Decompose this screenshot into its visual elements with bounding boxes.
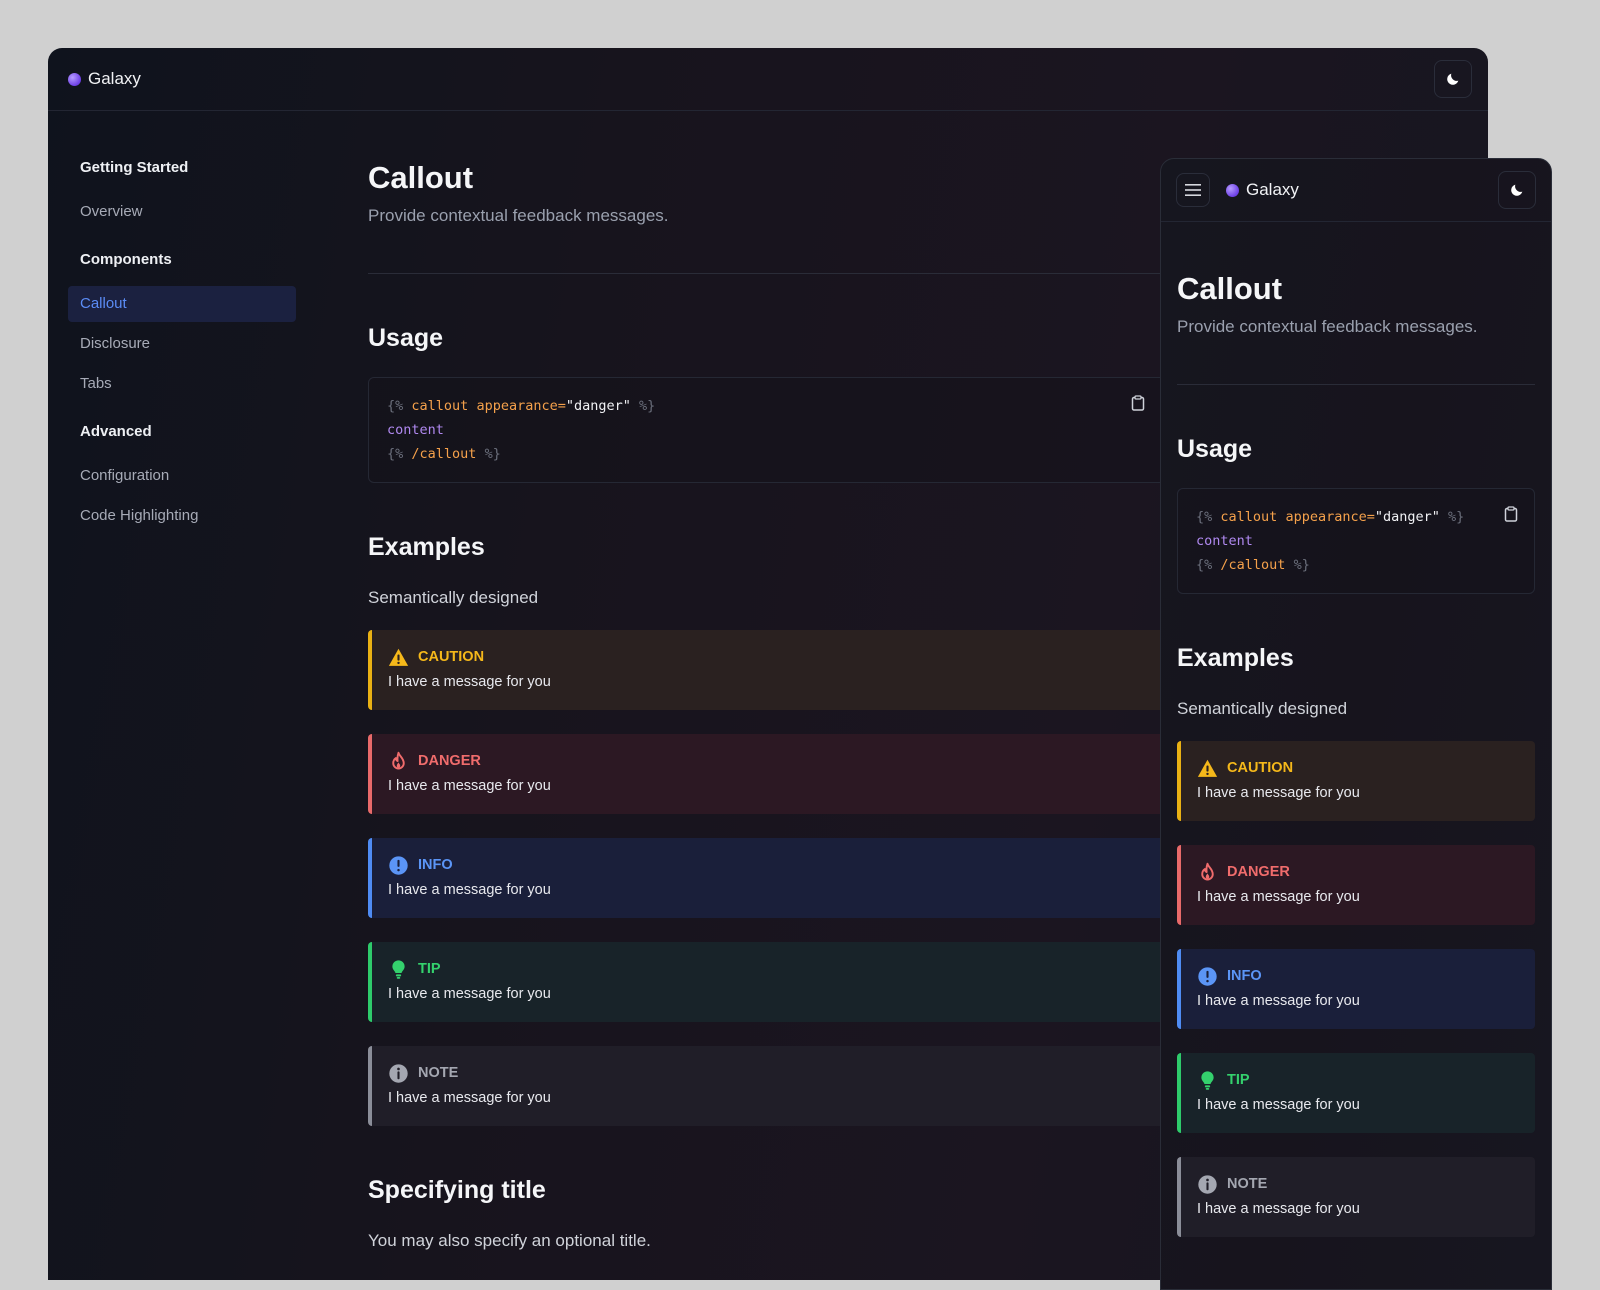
sidebar-item-callout[interactable]: Callout	[68, 286, 296, 322]
moon-icon	[1447, 73, 1459, 85]
callout-title: DANGER	[1227, 864, 1290, 880]
mobile-main-content: Callout Provide contextual feedback mess…	[1177, 269, 1535, 1237]
callout-title: NOTE	[418, 1065, 459, 1081]
examples-intro: Semantically designed	[1177, 699, 1348, 718]
mobile-top-bar: Galaxy	[1161, 159, 1551, 222]
callout-danger: DANGER I have a message for you	[1177, 845, 1535, 925]
sidebar-item-overview[interactable]: Overview	[68, 194, 296, 230]
theme-toggle-button[interactable]	[1498, 171, 1536, 209]
callout-title: CAUTION	[1227, 760, 1294, 776]
callout-title: INFO	[418, 857, 453, 873]
code-block: {% callout appearance="danger" %} conten…	[1177, 488, 1535, 594]
brand-name: Galaxy	[1246, 180, 1299, 199]
warning-icon	[388, 648, 409, 666]
mobile-window: Galaxy Callout Provide contextual feedba…	[1160, 158, 1552, 1290]
copy-button[interactable]	[1127, 392, 1149, 414]
galaxy-logo-icon	[1226, 183, 1239, 197]
callout-info: INFO I have a message for you	[1177, 949, 1535, 1029]
lightbulb-icon	[1201, 1070, 1214, 1090]
menu-button[interactable]	[1176, 173, 1210, 207]
page-title: Callout	[1177, 271, 1283, 306]
callout-note: NOTE I have a message for you	[1177, 1157, 1535, 1237]
callout-message: I have a message for you	[1197, 993, 1360, 1009]
examples-heading: Examples	[1177, 644, 1294, 672]
page-lead: Provide contextual feedback messages.	[1177, 317, 1478, 336]
sidebar-item-tabs[interactable]: Tabs	[68, 366, 296, 402]
callout-tip: TIP I have a message for you	[1177, 1053, 1535, 1133]
callout-title: CAUTION	[418, 649, 485, 665]
callout-message: I have a message for you	[1197, 1097, 1360, 1113]
sidebar-heading-advanced: Advanced	[80, 423, 152, 440]
sidebar-item-code-highlighting[interactable]: Code Highlighting	[68, 498, 296, 534]
moon-icon	[1511, 184, 1523, 196]
brand[interactable]: Galaxy	[1226, 180, 1299, 200]
exclamation-circle-icon	[1198, 966, 1217, 986]
lightbulb-icon	[392, 959, 405, 979]
usage-heading: Usage	[1177, 435, 1253, 463]
brand[interactable]: Galaxy	[68, 69, 141, 89]
callout-title: NOTE	[1227, 1176, 1268, 1192]
hamburger-menu-icon	[1185, 184, 1201, 196]
sidebar: Getting Started Overview Components Call…	[68, 158, 296, 538]
info-circle-icon	[1198, 1174, 1217, 1194]
sidebar-item-configuration[interactable]: Configuration	[68, 458, 296, 494]
divider	[1177, 384, 1535, 385]
sidebar-heading-components: Components	[80, 251, 172, 268]
callout-message: I have a message for you	[1197, 889, 1360, 905]
clipboard-icon	[1504, 506, 1518, 522]
callout-message: I have a message for you	[1197, 785, 1360, 801]
callout-title: INFO	[1227, 968, 1262, 984]
info-circle-icon	[389, 1063, 408, 1083]
warning-icon	[1197, 759, 1218, 777]
sidebar-heading-getting-started: Getting Started	[80, 159, 189, 176]
callout-title: DANGER	[418, 753, 481, 769]
theme-toggle-button[interactable]	[1434, 60, 1472, 98]
brand-name: Galaxy	[88, 69, 141, 88]
callout-message: I have a message for you	[1197, 1201, 1360, 1217]
callout-caution: CAUTION I have a message for you	[1177, 741, 1535, 821]
top-bar: Galaxy	[48, 48, 1488, 111]
fire-icon	[392, 751, 405, 769]
clipboard-icon	[1131, 395, 1145, 411]
sidebar-item-disclosure[interactable]: Disclosure	[68, 326, 296, 362]
copy-button[interactable]	[1500, 503, 1522, 525]
callout-title: TIP	[418, 961, 441, 977]
galaxy-logo-icon	[68, 72, 81, 86]
callout-title: TIP	[1227, 1072, 1250, 1088]
exclamation-circle-icon	[389, 855, 408, 875]
fire-icon	[1201, 862, 1214, 880]
